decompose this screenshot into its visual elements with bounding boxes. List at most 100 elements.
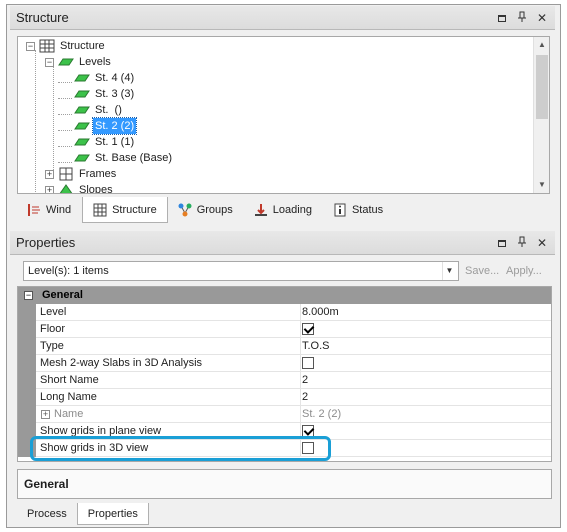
- tree-label: St. 1 (1): [95, 136, 135, 148]
- level-icon: [74, 74, 90, 82]
- mesh-checkbox[interactable]: [302, 357, 314, 369]
- property-value[interactable]: T.O.S: [300, 338, 551, 355]
- tree-node-level[interactable]: St. 4 (4): [74, 70, 136, 86]
- grids-plane-checkbox[interactable]: [302, 425, 314, 437]
- collapse-icon[interactable]: −: [26, 41, 35, 51]
- loading-icon: [254, 204, 267, 216]
- tree-label: Frames: [79, 168, 117, 180]
- tree-scrollbar[interactable]: ▲ ▼: [533, 37, 549, 193]
- tree-label: St. 3 (3): [95, 88, 135, 100]
- structure-tabs: Wind Structure Groups Loading Status: [17, 197, 550, 223]
- save-button[interactable]: Save...: [465, 261, 499, 281]
- tree-label: Structure: [60, 40, 105, 52]
- property-name: Level: [40, 306, 67, 318]
- tab-structure[interactable]: Structure: [82, 197, 168, 223]
- property-name: Mesh 2-way Slabs in 3D Analysis: [40, 357, 203, 369]
- property-value[interactable]: 8.000m: [300, 304, 551, 321]
- tree-node-level[interactable]: St. Base (Base): [74, 150, 174, 166]
- scroll-down-icon[interactable]: ▼: [534, 177, 549, 193]
- level-icon: [74, 138, 90, 146]
- level-icon: [74, 154, 90, 162]
- tree-node-slopes[interactable]: + Slopes: [45, 182, 115, 194]
- bottom-tabs: Process Properties: [17, 503, 149, 525]
- tab-label: Structure: [112, 203, 157, 216]
- apply-button[interactable]: Apply...: [506, 261, 542, 281]
- tree-label: St. Base (Base): [95, 152, 173, 164]
- tree-node-level[interactable]: St. 1 (1): [74, 134, 136, 150]
- tab-label: Status: [351, 204, 384, 216]
- tree-label: St. 4 (4): [95, 72, 135, 84]
- tab-label: Groups: [196, 204, 233, 216]
- tree-node-levels[interactable]: − Levels: [45, 54, 113, 70]
- property-row-floor[interactable]: Floor: [18, 321, 551, 338]
- property-row-mesh[interactable]: Mesh 2-way Slabs in 3D Analysis: [18, 355, 551, 372]
- collapse-icon[interactable]: −: [45, 57, 54, 67]
- close-icon[interactable]: ✕: [535, 11, 549, 25]
- description-pane: General: [17, 469, 552, 499]
- expand-icon[interactable]: +: [45, 169, 54, 179]
- property-name: Name: [54, 408, 84, 420]
- property-row-name[interactable]: + Name St. 2 (2): [18, 406, 551, 423]
- property-name: Long Name: [40, 391, 97, 403]
- tree-node-frames[interactable]: + Frames: [45, 166, 118, 182]
- property-row-grids-3d[interactable]: Show grids in 3D view: [18, 440, 551, 457]
- tab-label: Wind: [46, 204, 72, 216]
- property-name: Show grids in 3D view: [40, 442, 149, 454]
- expand-icon[interactable]: +: [41, 410, 50, 419]
- property-name: Short Name: [40, 374, 99, 386]
- property-value: St. 2 (2): [300, 406, 551, 423]
- window-icon[interactable]: [495, 236, 509, 250]
- property-name: Type: [40, 340, 64, 352]
- property-grid: − General Level 8.000m Floor Type T.O.S …: [17, 286, 552, 462]
- tree-label: St. 2 (2): [91, 117, 138, 135]
- structure-tree[interactable]: − Structure − Levels St. 4 (4) St. 3 (3)…: [17, 36, 550, 194]
- structure-title-text: Structure: [16, 10, 69, 25]
- floor-checkbox[interactable]: [302, 323, 314, 335]
- scroll-thumb[interactable]: [536, 55, 548, 119]
- expand-icon[interactable]: +: [45, 185, 54, 193]
- scroll-up-icon[interactable]: ▲: [534, 37, 549, 53]
- chevron-down-icon[interactable]: ▼: [442, 262, 456, 280]
- category-label: General: [42, 289, 83, 301]
- groups-icon: [178, 203, 192, 217]
- slopes-icon: [59, 184, 73, 193]
- properties-panel-title: Properties ✕: [10, 231, 555, 255]
- tab-wind[interactable]: Wind: [17, 197, 82, 223]
- level-icon: [74, 122, 90, 130]
- tab-groups[interactable]: Groups: [168, 197, 244, 223]
- frames-icon: [59, 167, 73, 181]
- tree-node-level-selected[interactable]: St. 2 (2): [74, 117, 138, 135]
- structure-icon: [93, 203, 107, 216]
- tree-node-structure[interactable]: − Structure: [26, 38, 107, 54]
- wind-icon: [28, 204, 40, 216]
- property-row-grids-plane[interactable]: Show grids in plane view: [18, 423, 551, 440]
- tree-node-level[interactable]: St. (): [74, 102, 124, 118]
- pin-icon[interactable]: [515, 11, 529, 25]
- tree-node-level[interactable]: St. 3 (3): [74, 86, 136, 102]
- close-icon[interactable]: ✕: [535, 236, 549, 250]
- property-value[interactable]: 2: [300, 372, 551, 389]
- property-row-type[interactable]: Type T.O.S: [18, 338, 551, 355]
- selection-combo[interactable]: Level(s): 1 items ▼: [23, 261, 459, 281]
- grids-3d-checkbox[interactable]: [302, 442, 314, 454]
- property-row-level[interactable]: Level 8.000m: [18, 304, 551, 321]
- tab-process[interactable]: Process: [17, 503, 77, 525]
- description-title: General: [24, 477, 69, 491]
- property-value[interactable]: 2: [300, 389, 551, 406]
- level-icon: [74, 90, 90, 98]
- property-row-long-name[interactable]: Long Name 2: [18, 389, 551, 406]
- tree-label: St. (): [95, 104, 122, 116]
- tab-status[interactable]: Status: [323, 197, 394, 223]
- property-row-short-name[interactable]: Short Name 2: [18, 372, 551, 389]
- window-icon[interactable]: [495, 11, 509, 25]
- category-general[interactable]: − General: [18, 287, 551, 304]
- tab-loading[interactable]: Loading: [244, 197, 323, 223]
- tab-properties[interactable]: Properties: [76, 503, 149, 525]
- selection-combo-value: Level(s): 1 items: [28, 265, 109, 277]
- info-icon: [334, 203, 346, 217]
- collapse-icon[interactable]: −: [24, 291, 33, 300]
- tree-label: Slopes: [79, 184, 113, 194]
- tree-label: Levels: [79, 56, 111, 68]
- pin-icon[interactable]: [515, 236, 529, 250]
- structure-icon: [39, 39, 55, 53]
